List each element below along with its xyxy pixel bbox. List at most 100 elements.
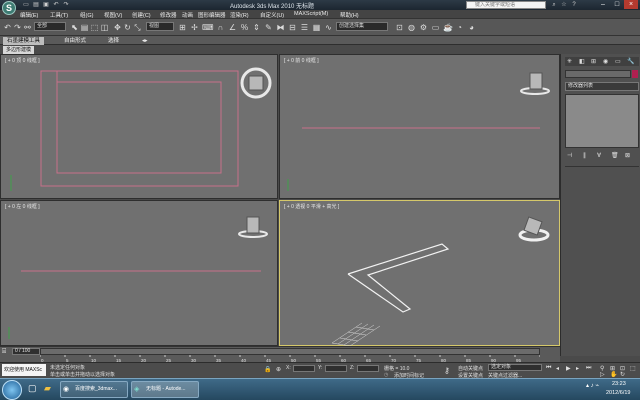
maximize-button[interactable]: □ (610, 0, 624, 9)
material-editor-icon[interactable]: ◍ (407, 23, 416, 32)
move-icon[interactable]: ✥ (113, 23, 122, 32)
render-setup-icon[interactable]: ⚙ (419, 23, 428, 32)
selection-filter-dropdown[interactable]: 全部 (34, 22, 66, 31)
tray-icons[interactable]: ▴ ♪ ⌁ (586, 382, 599, 389)
explorer-icon[interactable]: ▢ (28, 383, 37, 394)
edit-named-sel-icon[interactable]: ✎ (264, 23, 273, 32)
mirror-icon[interactable]: ⧓ (276, 23, 285, 32)
make-unique-icon[interactable]: ∀ (597, 152, 601, 159)
new-file-icon[interactable]: ▭ (22, 2, 30, 9)
menu-rendering[interactable]: 渲染(R) (230, 11, 249, 19)
menu-edit[interactable]: 编辑(E) (20, 11, 38, 19)
open-file-icon[interactable]: ▤ (32, 2, 40, 9)
remove-modifier-icon[interactable]: 🗑 (611, 152, 619, 159)
pin-stack-icon[interactable]: ⊣ (567, 152, 572, 159)
ref-coord-dropdown[interactable]: 视图 (146, 22, 174, 31)
render-iterative-icon[interactable]: ◔ (455, 23, 464, 32)
help-icon[interactable]: ? (570, 2, 578, 9)
rect-select-icon[interactable]: ⬚ (90, 23, 99, 32)
goto-start-icon[interactable]: ⏮ (546, 365, 551, 372)
prev-frame-icon[interactable]: ◂ (556, 365, 559, 372)
search-input[interactable]: 键入关键字或短语 (466, 1, 546, 9)
tab-graphite-modeling[interactable]: 石墨建模工具 (3, 37, 45, 45)
select-object-icon[interactable]: ⬉ (70, 23, 79, 32)
auto-key-button[interactable]: 自动关键点 (458, 365, 483, 372)
object-color-swatch[interactable] (632, 70, 638, 78)
folder-icon[interactable]: ▰ (44, 383, 51, 394)
object-name-field[interactable] (565, 70, 631, 78)
start-button[interactable] (2, 380, 22, 400)
undo-icon[interactable]: ↶ (52, 2, 60, 9)
play-icon[interactable]: ▶ (566, 365, 571, 372)
pivot-icon[interactable]: ⊞ (178, 23, 187, 32)
modifier-stack[interactable] (565, 94, 639, 148)
window-crossing-icon[interactable]: ◫ (100, 23, 109, 32)
menu-modifiers[interactable]: 修改器 (160, 11, 177, 19)
clock-date[interactable]: 2012/6/19 (606, 390, 630, 396)
rotate-icon[interactable]: ↻ (123, 23, 132, 32)
taskbar-item-browser[interactable]: 百度搜索_3dmax... (60, 381, 128, 398)
utilities-tab-icon[interactable]: 🔧 (627, 58, 634, 65)
hierarchy-tab-icon[interactable]: ⊞ (591, 58, 596, 65)
render-production-icon[interactable]: ☕ (443, 23, 453, 32)
tab-selection[interactable]: 选择 (104, 37, 123, 45)
maxscript-listener[interactable]: 欢迎使用 MAXSc (2, 364, 46, 376)
menu-customize[interactable]: 自定义(U) (260, 11, 284, 19)
snap-3d-icon[interactable]: ∩ (216, 23, 225, 32)
ribbon-toggle-icon[interactable]: ◂▸ (138, 37, 152, 45)
next-frame-icon[interactable]: ▸ (576, 365, 579, 372)
create-tab-icon[interactable]: ✳ (567, 58, 572, 65)
align-icon[interactable]: ⊟ (288, 23, 297, 32)
minimize-button[interactable]: – (596, 0, 610, 9)
motion-tab-icon[interactable]: ◉ (603, 58, 608, 65)
menu-maxscript[interactable]: MAXScript(M) (294, 11, 328, 17)
spinner-snap-icon[interactable]: ⇕ (252, 23, 261, 32)
link-icon[interactable]: ⚯ (23, 23, 32, 32)
curve-editor-icon[interactable]: ∿ (324, 23, 333, 32)
viewport-top[interactable]: [ + 0 顶 0 线框 ] (0, 54, 278, 199)
mini-curve-editor-icon[interactable]: ⌸ (2, 348, 6, 356)
display-tab-icon[interactable]: ▭ (615, 58, 621, 65)
schematic-view-icon[interactable]: ⊡ (395, 23, 404, 32)
time-track[interactable] (40, 348, 540, 355)
binoculars-icon[interactable]: ⌕ (550, 2, 558, 9)
activeshade-icon[interactable]: ◕ (467, 23, 476, 32)
star-icon[interactable]: ☆ (560, 2, 568, 9)
z-coord-field[interactable] (357, 365, 379, 372)
modifier-list-dropdown[interactable]: 修改器列表 (565, 82, 639, 91)
viewport-left[interactable]: [ + 0 左 0 线框 ] (0, 200, 278, 346)
modify-tab-icon[interactable]: ◧ (579, 58, 585, 65)
save-file-icon[interactable]: ▣ (42, 2, 50, 9)
redo-tool-icon[interactable]: ↷ (13, 23, 22, 32)
keyboard-shortcut-icon[interactable]: ⌨ (202, 23, 214, 32)
x-coord-field[interactable] (293, 365, 315, 372)
scale-icon[interactable]: ⤡ (133, 23, 142, 32)
lock-selection-icon[interactable]: 🔒 (264, 366, 271, 373)
selected-object-dropdown[interactable]: 选定对象 (488, 364, 542, 371)
menu-group[interactable]: 组(G) (80, 11, 93, 19)
select-by-name-icon[interactable]: ▤ (80, 23, 89, 32)
manipulate-icon[interactable]: ✢ (190, 23, 199, 32)
absolute-mode-icon[interactable]: ⊕ (276, 366, 281, 373)
y-coord-field[interactable] (325, 365, 347, 372)
menu-views[interactable]: 视图(V) (104, 11, 122, 19)
named-selection-dropdown[interactable]: 创建选择集 (336, 22, 388, 31)
undo-tool-icon[interactable]: ↶ (3, 23, 12, 32)
field-of-view-icon[interactable]: ▷ (600, 371, 605, 378)
orbit-icon[interactable]: ↻ (620, 371, 625, 378)
menu-create[interactable]: 创建(C) (132, 11, 151, 19)
close-button[interactable]: × (624, 0, 638, 9)
graphite-toggle-icon[interactable]: ▦ (312, 23, 321, 32)
show-end-result-icon[interactable]: ∥ (583, 152, 586, 159)
layer-manager-icon[interactable]: ☰ (300, 23, 309, 32)
percent-snap-icon[interactable]: % (240, 23, 249, 32)
viewport-perspective[interactable]: [ + 0 透视 0 平滑 + 高光 ] (279, 200, 560, 347)
pan-icon[interactable]: ✋ (610, 371, 617, 378)
viewport-front[interactable]: [ + 0 前 0 线框 ] (279, 54, 560, 199)
redo-icon[interactable]: ↷ (62, 2, 70, 9)
time-slider[interactable]: 0 / 100 (12, 348, 40, 355)
tab-freeform[interactable]: 自由形式 (60, 37, 90, 45)
configure-sets-icon[interactable]: ⊠ (625, 152, 630, 159)
menu-animation[interactable]: 动画 (182, 11, 193, 19)
clock-time[interactable]: 23:23 (612, 381, 626, 387)
